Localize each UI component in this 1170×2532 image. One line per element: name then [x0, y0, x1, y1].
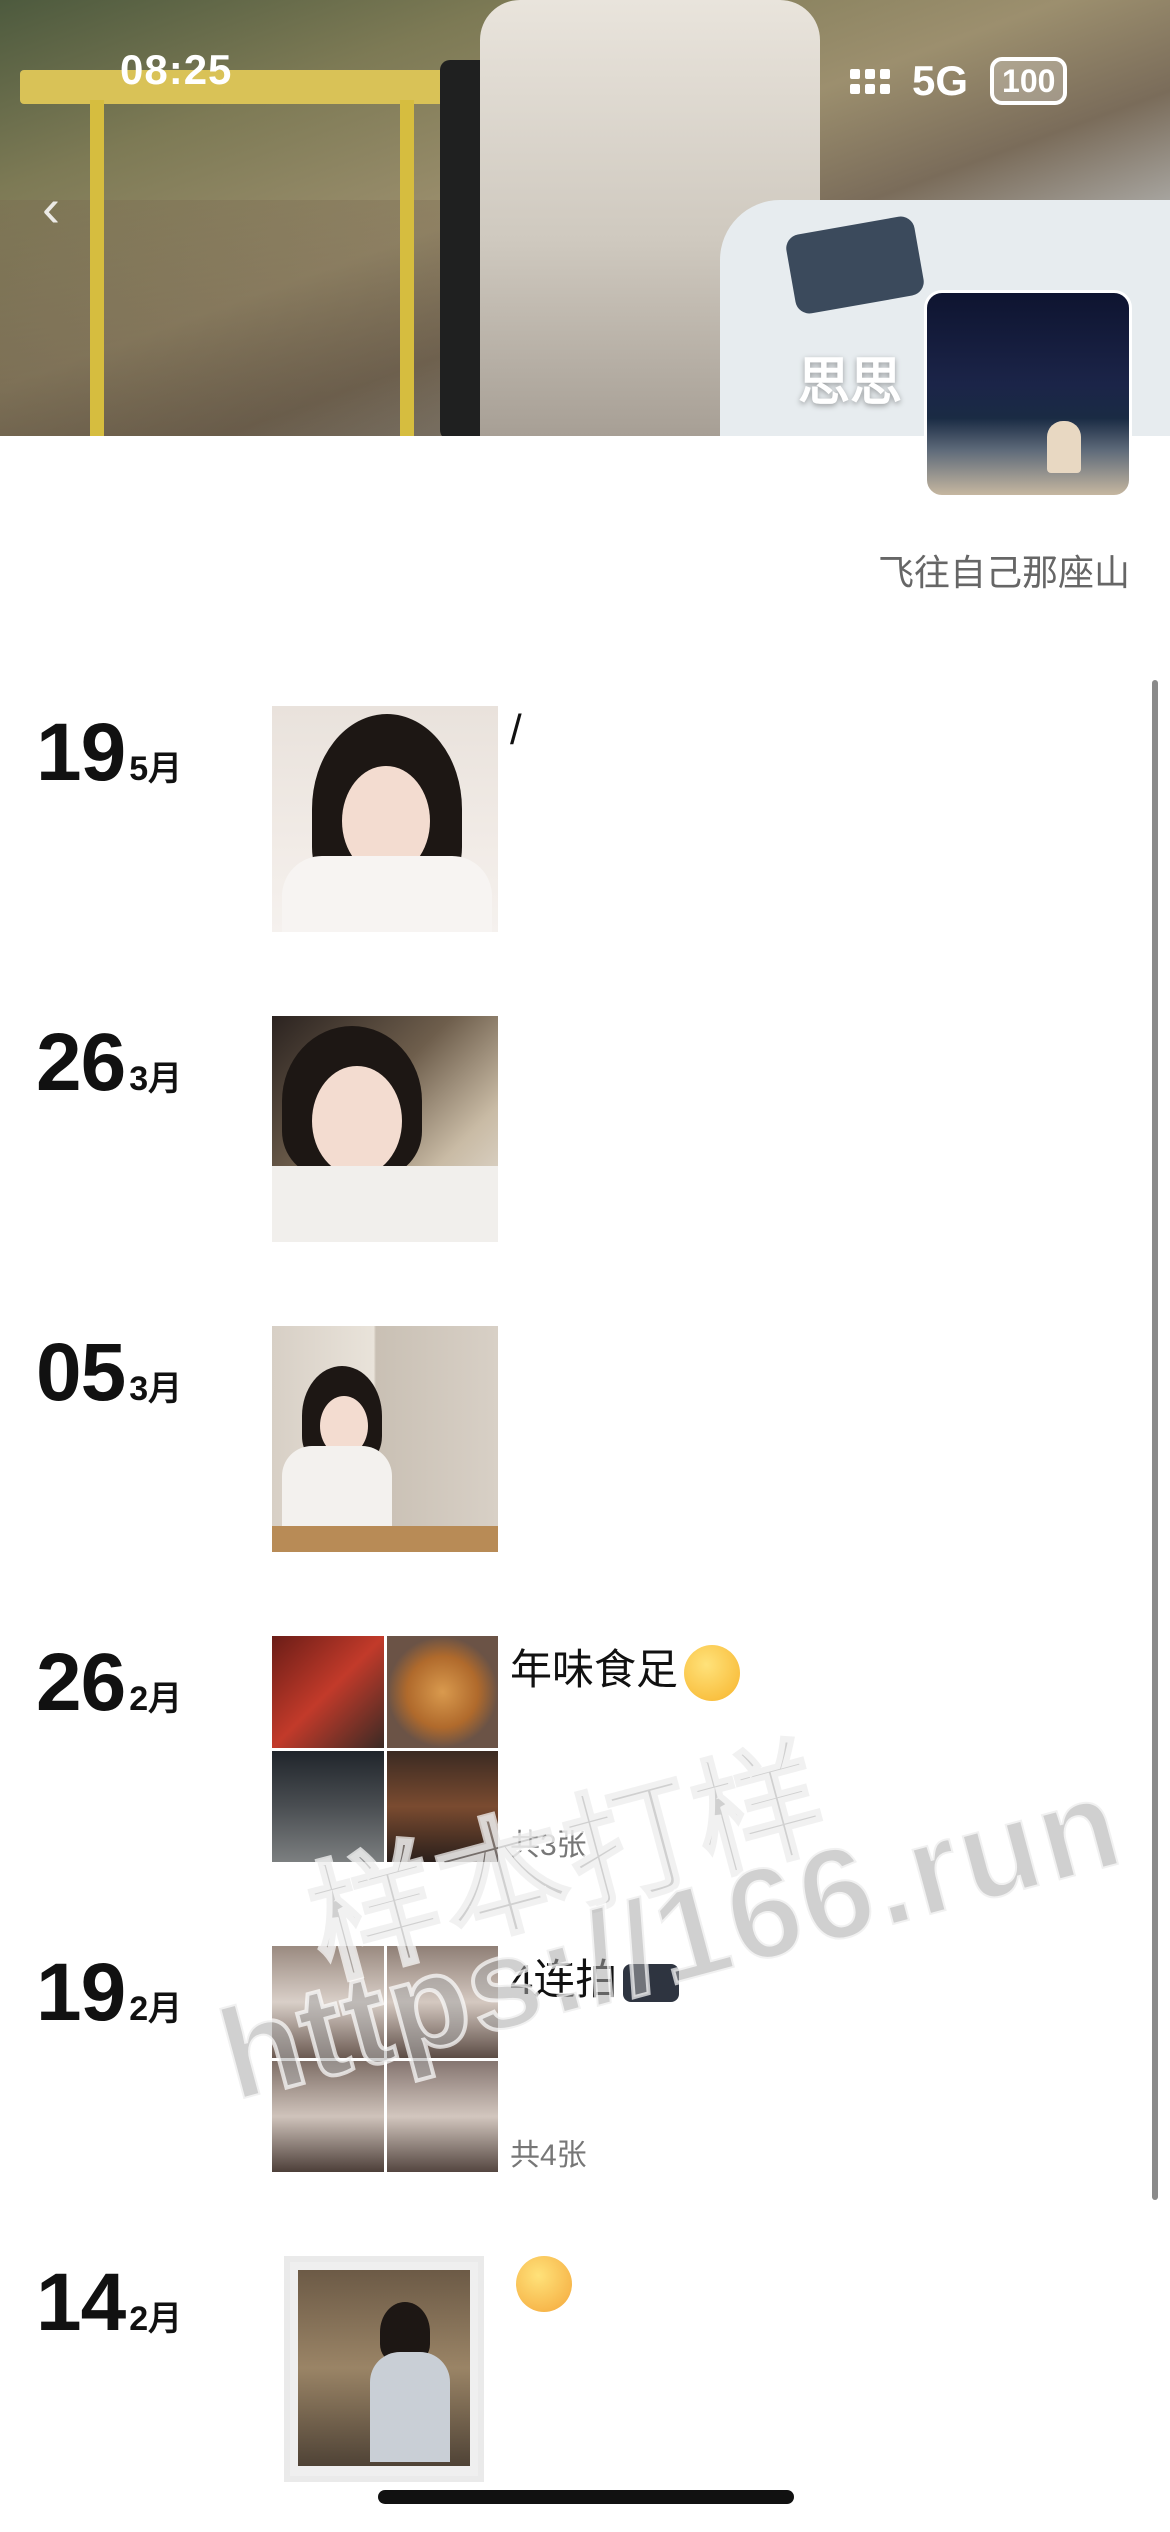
battery-icon: 100 — [990, 57, 1068, 105]
post-day: 05 — [36, 1327, 126, 1418]
post-day: 19 — [36, 707, 126, 798]
post-date: 19 2月 — [36, 1946, 182, 2046]
post-caption: 年味食足 — [510, 1636, 741, 1701]
post-date: 14 2月 — [36, 2256, 182, 2356]
post-month: 5月 — [129, 750, 183, 788]
home-indicator[interactable] — [378, 2490, 794, 2504]
profile-signature: 飞往自己那座山 — [877, 552, 1130, 593]
yum-face-icon — [684, 1644, 741, 1701]
post-month: 2月 — [129, 1680, 183, 1718]
post-date: 05 3月 — [36, 1326, 182, 1426]
cover-table — [20, 50, 470, 436]
post-item[interactable]: 26 3月 — [0, 1016, 1170, 1256]
post-photo[interactable] — [272, 1326, 498, 1552]
signal-icon — [850, 68, 890, 94]
avatar[interactable] — [924, 290, 1132, 498]
post-day: 19 — [36, 1947, 126, 2038]
post-photo[interactable] — [272, 1016, 498, 1242]
post-day: 14 — [36, 2257, 126, 2348]
post-item[interactable]: 05 3月 — [0, 1326, 1170, 1566]
status-time: 08:25 — [120, 46, 233, 93]
post-month: 3月 — [129, 1370, 183, 1408]
post-photo[interactable] — [272, 706, 498, 932]
post-item[interactable]: 19 5月 / — [0, 706, 1170, 946]
post-month: 2月 — [129, 1990, 183, 2028]
post-date: 19 5月 — [36, 706, 182, 806]
post-month: 3月 — [129, 1060, 183, 1098]
post-date: 26 3月 — [36, 1016, 182, 1116]
party-face-icon — [516, 2256, 572, 2312]
post-caption — [510, 2256, 572, 2312]
post-day: 26 — [36, 1017, 126, 1108]
back-chevron-icon[interactable]: ‹ — [42, 178, 82, 238]
post-caption-text: 年味食足 — [510, 1646, 679, 1693]
post-caption: / — [510, 706, 522, 753]
post-photo[interactable] — [284, 2256, 484, 2482]
status-indicators: 5G 100 — [850, 46, 1068, 116]
profile-name: 思思 — [798, 354, 903, 412]
post-date: 26 2月 — [36, 1636, 182, 1736]
post-day: 26 — [36, 1637, 126, 1728]
network-label: 5G — [912, 57, 969, 104]
post-item[interactable]: 14 2月 — [0, 2256, 1170, 2496]
post-month: 2月 — [129, 2300, 183, 2338]
